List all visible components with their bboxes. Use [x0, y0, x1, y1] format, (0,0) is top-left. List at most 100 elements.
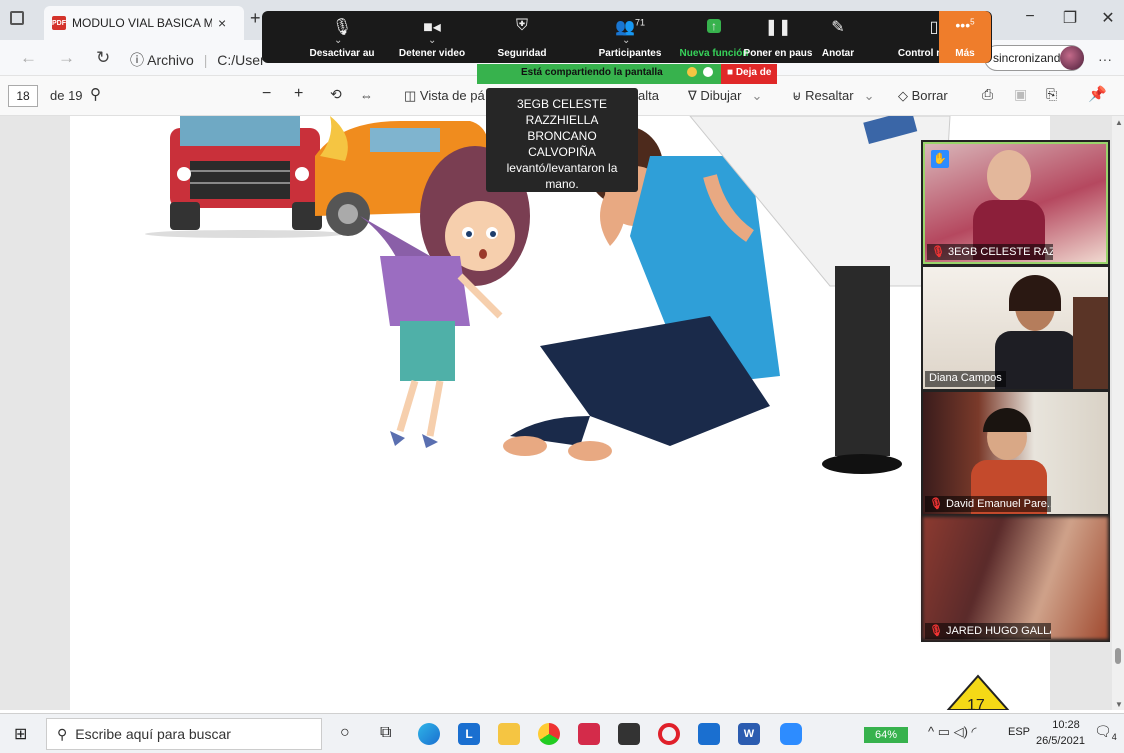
mic-off-icon: 🎙 — [929, 498, 943, 510]
draw-icon: ∇ — [688, 88, 701, 103]
page-view-button[interactable]: ◫ Vista de pá — [404, 88, 485, 104]
chevron-down-icon: ⌄ — [751, 88, 763, 103]
stop-video-button[interactable]: ■◂ ⌄ Detener video — [342, 11, 465, 63]
task-view-icon[interactable]: ⧉ — [380, 724, 391, 742]
maximize-button[interactable]: ❐ — [1050, 8, 1090, 28]
vertical-scrollbar[interactable] — [1112, 116, 1124, 710]
word-icon[interactable]: W — [738, 723, 760, 745]
video-tile[interactable]: 🎙 David Emanuel Pare... — [923, 392, 1108, 514]
forward-icon[interactable]: → — [58, 48, 75, 68]
participants-button[interactable]: 👥71 ⌄ Participantes — [520, 11, 662, 63]
page-total: de 19 — [50, 88, 83, 103]
language-indicator[interactable]: ESP — [1008, 726, 1030, 738]
mic-off-icon: 🎙 — [929, 625, 943, 637]
app-l-icon[interactable]: L — [458, 723, 480, 745]
background-furniture — [1073, 297, 1108, 389]
tab-title: MODULO VIAL BASICA MEDIA Y — [72, 16, 212, 30]
notification-count: 4 — [1111, 731, 1117, 742]
windows-start-icon[interactable]: ⊞ — [14, 724, 27, 744]
notification-icon[interactable]: 🗨4 — [1094, 723, 1117, 742]
refresh-icon[interactable]: ↻ — [96, 48, 110, 68]
shield-check-icon — [703, 67, 713, 77]
draw-label: Dibujar — [700, 88, 742, 103]
tab-pdf[interactable]: PDF MODULO VIAL BASICA MEDIA Y × — [44, 6, 244, 40]
sync-label: sincronizando — [993, 51, 1068, 65]
sharing-status-text: Está compartiendo la pantalla — [521, 67, 663, 78]
battery-indicator[interactable]: 64% — [864, 727, 908, 743]
tray-icons[interactable]: ^ ▭ ◁) ◜ — [928, 724, 977, 740]
page-number-input[interactable]: 18 — [8, 85, 38, 107]
tab-close-button[interactable]: × — [218, 15, 226, 31]
fit-width-icon[interactable]: ⇔ — [360, 88, 373, 103]
draw-button[interactable]: ∇ Dibujar ⌄ — [688, 88, 762, 104]
eraser-icon: ◇ — [898, 88, 912, 103]
app-red-icon[interactable] — [578, 723, 600, 745]
read-aloud-label[interactable]: alta — [638, 88, 659, 103]
pin-icon[interactable]: 📌 — [1088, 85, 1107, 103]
clock-date[interactable]: 26/5/2021 — [1036, 735, 1085, 747]
edge-icon[interactable] — [418, 723, 440, 745]
more-label: Más — [955, 48, 975, 59]
store-icon[interactable] — [618, 723, 640, 745]
tab-actions-icon[interactable] — [10, 11, 24, 25]
chrome-icon[interactable] — [538, 723, 560, 745]
participant-name: 🎙3EGB CELESTE RAZZ... — [927, 244, 1053, 260]
page-illustration: 17 — [145, 116, 1010, 710]
chevron-down-icon[interactable]: ⌄ — [428, 35, 436, 46]
search-icon[interactable]: ⚲ — [90, 85, 101, 103]
clock-time[interactable]: 10:28 — [1046, 719, 1086, 731]
print-icon[interactable]: ⎙ — [982, 86, 993, 103]
pause-share-button[interactable]: ❚❚ Poner en paus — [708, 11, 813, 63]
more-options-button[interactable]: •••5 Más — [939, 11, 991, 63]
remote-control-button[interactable]: ▯ Control remoto — [844, 11, 970, 63]
save-icon[interactable]: ▣ — [1014, 86, 1027, 103]
annotate-button[interactable]: ✎ Anotar — [782, 11, 854, 63]
avatar[interactable] — [1060, 46, 1084, 70]
back-icon[interactable]: ← — [20, 48, 37, 68]
video-tile[interactable]: ✋ 🎙3EGB CELESTE RAZZ... — [923, 142, 1108, 264]
status-dot-icon — [687, 67, 697, 77]
close-window-button[interactable]: ✕ — [1088, 8, 1124, 28]
participant-name-text: David Emanuel Pare... — [945, 498, 1051, 510]
zoom-out-button[interactable]: − — [262, 85, 271, 103]
share-screen-button[interactable]: ↑ Nueva función — [634, 11, 748, 63]
zoom-in-button[interactable]: + — [294, 85, 303, 103]
new-tab-button[interactable]: + — [250, 8, 261, 29]
page-view-label: Vista de pá — [419, 88, 485, 103]
scrollbar-thumb[interactable] — [1115, 648, 1121, 664]
search-placeholder: Escribe aquí para buscar — [75, 726, 231, 742]
chevron-down-icon[interactable]: ⌄ — [622, 35, 630, 46]
minimize-button[interactable]: − — [1010, 8, 1050, 26]
opera-icon[interactable] — [658, 723, 680, 745]
pdf-page: 17 — [70, 116, 1050, 710]
zoom-app-icon[interactable] — [780, 723, 802, 745]
mute-button[interactable]: 🎙 ⌄ Desactivar au — [262, 11, 374, 63]
url-field[interactable]: ⓘ Archivo | C:/User — [130, 50, 265, 70]
highlight-label: Resaltar — [805, 88, 854, 103]
taskbar-search-input[interactable]: ⚲ Escribe aquí para buscar — [46, 718, 322, 750]
url-prefix: ⓘ Archivo — [130, 52, 194, 68]
sharing-status-bar[interactable]: Está compartiendo la pantalla — [477, 64, 721, 84]
scroll-down-icon[interactable]: ▼ — [1115, 700, 1123, 709]
participant-face — [987, 150, 1031, 202]
save-as-icon[interactable]: ⎘ — [1046, 86, 1057, 103]
stop-share-label: Deja de — [735, 67, 772, 78]
file-explorer-icon[interactable] — [498, 723, 520, 745]
more-icon[interactable]: ··· — [1098, 51, 1112, 67]
page-view-icon: ◫ — [404, 88, 420, 103]
highlight-button[interactable]: ⊌ Resaltar ⌄ — [792, 88, 874, 104]
cortana-icon[interactable]: ○ — [340, 724, 350, 742]
video-tile[interactable] — [923, 517, 1108, 639]
video-tile[interactable]: Diana Campos — [923, 267, 1108, 389]
rotate-icon[interactable]: ⟲ — [330, 86, 342, 103]
mail-icon[interactable] — [698, 723, 720, 745]
stop-icon: ■ — [727, 67, 736, 78]
participant-name: 🎙 David Emanuel Pare... — [925, 496, 1051, 512]
erase-button[interactable]: ◇ Borrar — [898, 88, 948, 104]
security-button[interactable]: ⛨ Seguridad — [442, 11, 547, 63]
participant-body — [995, 331, 1077, 389]
stop-share-button[interactable]: ■ Deja de — [721, 64, 777, 84]
more-badge: 5 — [970, 17, 975, 27]
video-gallery-panel: ✋ 🎙3EGB CELESTE RAZZ... Diana Campos 🎙Da… — [921, 140, 1110, 642]
scroll-up-icon[interactable]: ▲ — [1115, 118, 1123, 127]
